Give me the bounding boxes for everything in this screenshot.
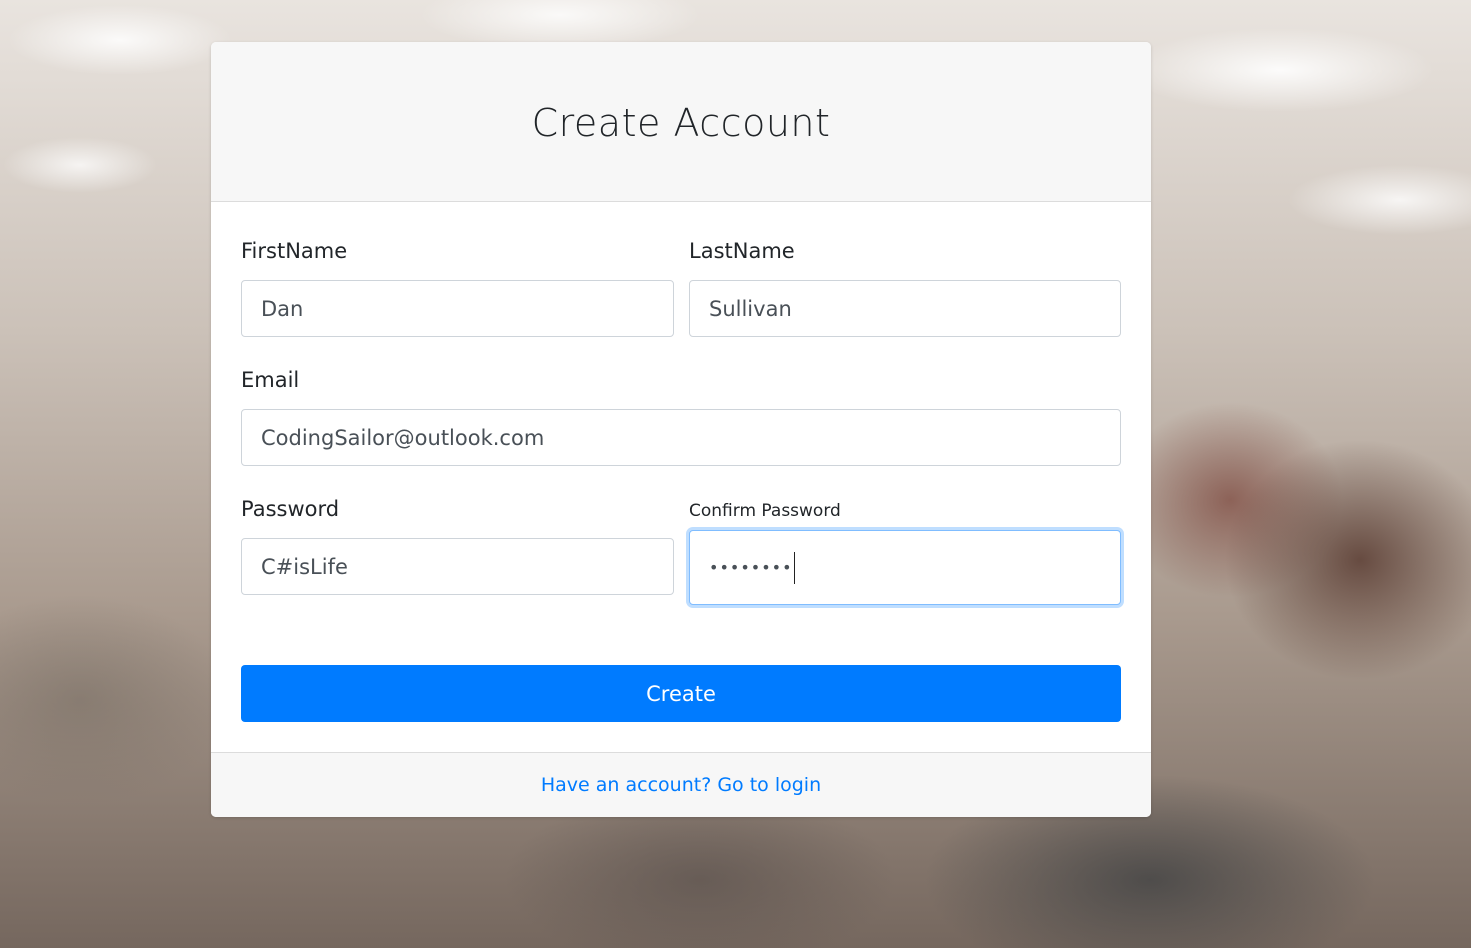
- go-to-login-link[interactable]: Have an account? Go to login: [541, 774, 821, 796]
- card-footer: Have an account? Go to login: [211, 752, 1151, 817]
- page-title: Create Account: [531, 100, 831, 145]
- password-input[interactable]: [241, 538, 674, 595]
- last-name-label: LastName: [689, 239, 795, 263]
- email-field[interactable]: [241, 409, 1121, 466]
- create-account-card: Create Account FirstName LastName Email …: [211, 42, 1151, 817]
- create-button[interactable]: Create: [241, 665, 1121, 722]
- first-name-label: FirstName: [241, 239, 348, 263]
- confirm-password-label: Confirm Password: [689, 501, 841, 521]
- signup-form: FirstName LastName Email Password Confir…: [211, 202, 1151, 752]
- card-header: Create Account: [211, 42, 1151, 202]
- confirm-password-value: ••••••••: [709, 558, 793, 577]
- last-name-input[interactable]: [689, 280, 1121, 337]
- email-label: Email: [241, 368, 300, 392]
- confirm-password-input[interactable]: ••••••••: [689, 530, 1121, 605]
- text-caret: [793, 551, 795, 584]
- password-label: Password: [241, 497, 340, 521]
- first-name-input[interactable]: [241, 280, 674, 337]
